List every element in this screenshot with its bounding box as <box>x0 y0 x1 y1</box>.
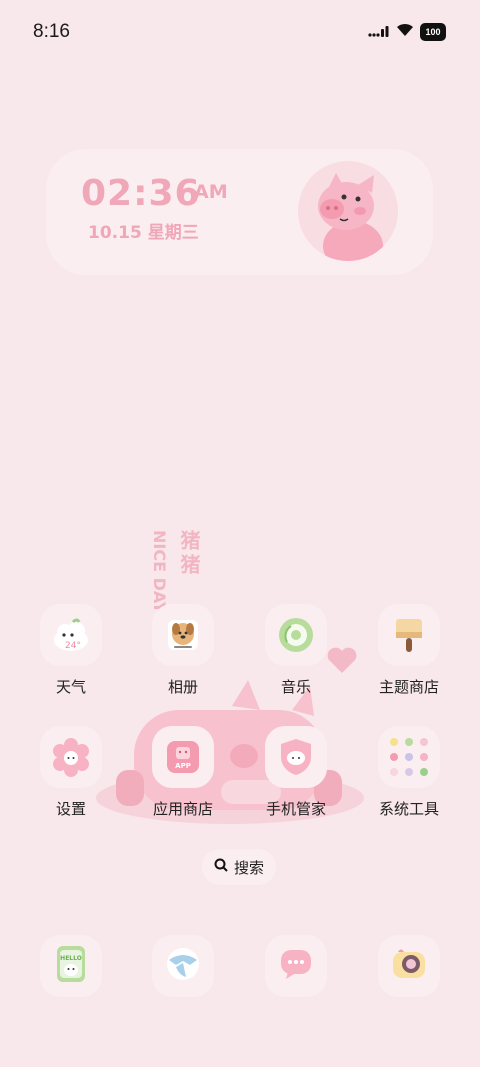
camera-icon <box>390 946 428 986</box>
app-label: 音乐 <box>280 678 311 696</box>
phone-manager-icon <box>265 726 327 788</box>
weather-temp: 24° <box>65 641 81 651</box>
status-time: 8:16 <box>33 21 70 42</box>
nice-day-label: NICE DAY <box>150 530 169 614</box>
status-bar: 8:16 100 <box>0 0 480 68</box>
clock-ampm: AM <box>194 181 228 203</box>
dock-camera[interactable] <box>378 935 440 997</box>
clock-time: 02:36 <box>81 173 201 214</box>
system-tools-folder-icon <box>378 726 440 788</box>
app-app-store[interactable]: APP 应用商店 <box>138 726 228 819</box>
dock-phone-contacts[interactable]: HELLO <box>40 935 102 997</box>
pig-label: 猪猪 <box>177 530 201 578</box>
app-store-icon: APP <box>152 726 214 788</box>
settings-icon <box>40 726 102 788</box>
dock-hello-text: HELLO <box>60 955 82 962</box>
music-icon <box>265 604 327 666</box>
app-system-tools-folder[interactable]: 系统工具 <box>364 726 454 819</box>
phone-contacts-icon: HELLO <box>54 944 88 988</box>
browser-icon <box>164 945 202 987</box>
status-icons: 100 <box>368 22 446 41</box>
app-music[interactable]: 音乐 <box>251 604 341 697</box>
search-icon <box>214 858 228 876</box>
app-weather[interactable]: 24° 天气 <box>26 604 116 697</box>
gallery-icon <box>152 604 214 666</box>
search-label: 搜索 <box>233 858 264 877</box>
signal-icon <box>368 22 390 41</box>
wifi-icon <box>396 22 414 41</box>
clock-date: 10.15 星期三 <box>88 223 199 243</box>
app-label: 天气 <box>55 678 86 696</box>
app-label: 相册 <box>167 678 198 696</box>
app-settings[interactable]: 设置 <box>26 726 116 819</box>
battery-icon: 100 <box>420 22 446 41</box>
app-label: 应用商店 <box>152 800 213 818</box>
app-phone-manager[interactable]: 手机管家 <box>251 726 341 819</box>
app-label: 系统工具 <box>378 800 439 818</box>
pig-avatar-icon <box>298 161 398 261</box>
app-label: 手机管家 <box>265 800 326 818</box>
app-theme-store[interactable]: 主题商店 <box>364 604 454 697</box>
app-gallery[interactable]: 相册 <box>138 604 228 697</box>
app-label: 主题商店 <box>378 678 439 696</box>
dock-browser[interactable] <box>152 935 214 997</box>
clock-widget[interactable]: 02:36 AM 10.15 星期三 <box>46 149 433 275</box>
dock-messages[interactable] <box>265 935 327 997</box>
weather-icon: 24° <box>40 604 102 666</box>
home-screen: 8:16 100 02:36 AM 10.15 星期三 NICE DAY 猪猪 … <box>0 0 480 1067</box>
search-button[interactable]: 搜索 <box>202 849 276 885</box>
app-label: 设置 <box>55 800 86 818</box>
theme-store-icon <box>378 604 440 666</box>
app-store-badge: APP <box>175 762 191 770</box>
messages-icon <box>278 947 314 985</box>
